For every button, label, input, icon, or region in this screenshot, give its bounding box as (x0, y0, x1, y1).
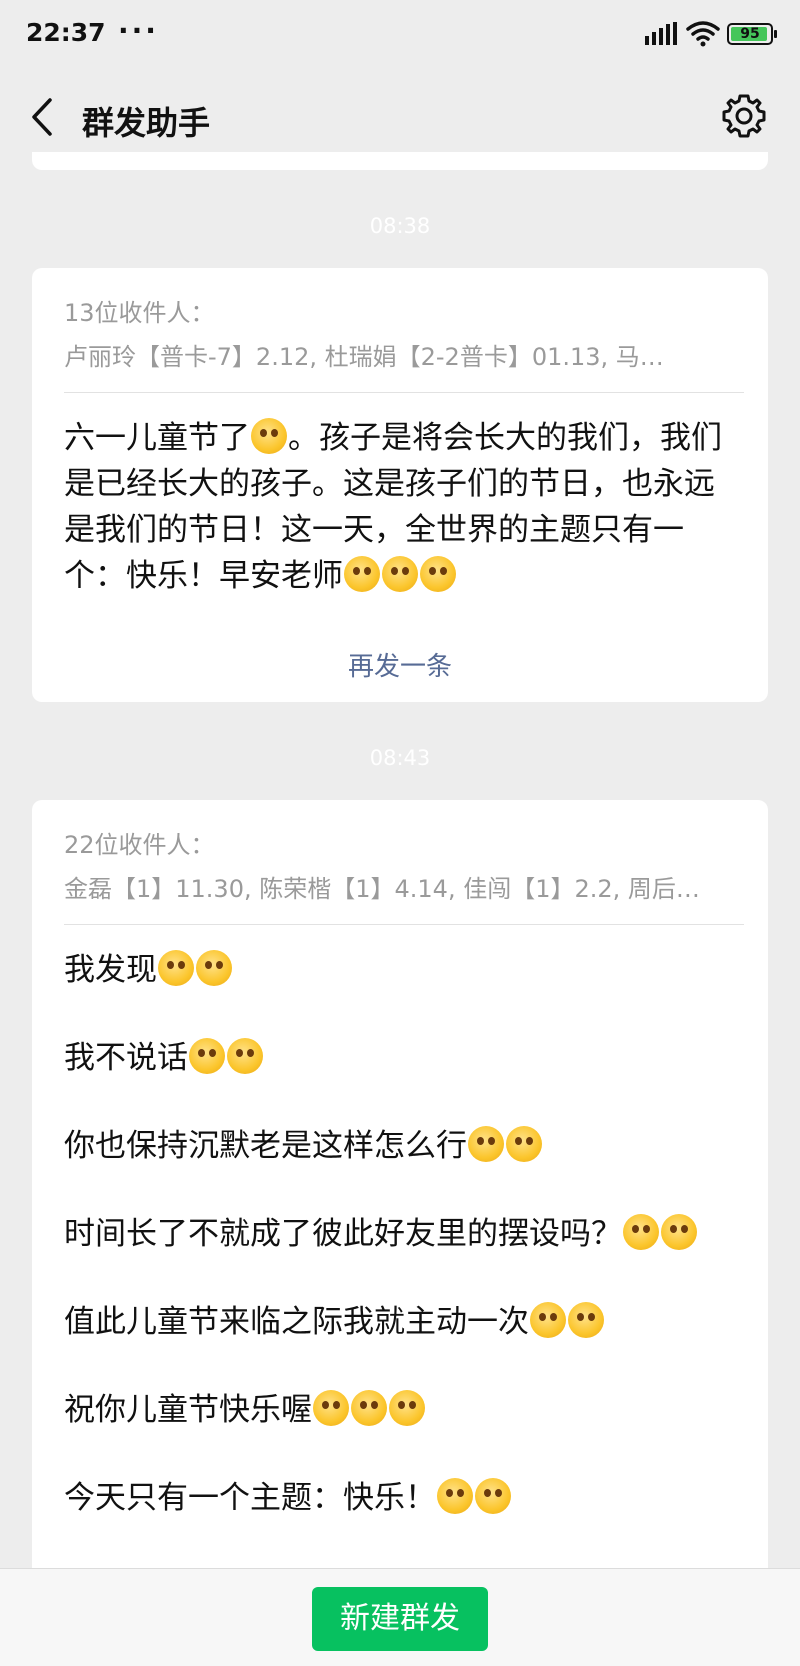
emoji-icon (351, 1390, 387, 1426)
battery-level: 95 (740, 26, 760, 42)
gear-icon[interactable] (720, 92, 768, 140)
emoji-icon (623, 1214, 659, 1250)
back-chevron-icon[interactable] (22, 92, 66, 142)
message-body: 六一儿童节了 。孩子是将会长大的我们，我们是已经长大的孩子。这是孩子们的节日，也永… (32, 393, 768, 599)
message-timestamp: 08:43 (369, 746, 431, 770)
previous-message-card (32, 152, 768, 170)
status-bar: 22:37 ··· 95 (0, 0, 800, 70)
message-paragraph: 我不说话 (64, 1035, 738, 1081)
status-more-dots: ··· (118, 14, 159, 47)
emoji-icon (468, 1126, 504, 1162)
broadcast-message-card: 13位收件人： 卢丽玲【普卡-7】2.12, 杜瑞娟【2-2普卡】01.13, … (32, 268, 768, 702)
message-paragraph: 值此儿童节来临之际我就主动一次 (64, 1299, 738, 1345)
emoji-icon (158, 950, 194, 986)
emoji-icon (389, 1390, 425, 1426)
emoji-icon (475, 1478, 511, 1514)
message-paragraph: 今天只有一个主题：快乐！ (64, 1475, 738, 1521)
recipients-header[interactable]: 13位收件人： 卢丽玲【普卡-7】2.12, 杜瑞娟【2-2普卡】01.13, … (32, 268, 768, 374)
message-text: 时间长了不就成了彼此好友里的摆设吗？ (64, 1216, 622, 1252)
emoji-icon (530, 1302, 566, 1338)
emoji-icon (506, 1126, 542, 1162)
nav-bar: 群发助手 (0, 70, 800, 162)
message-text: 我不说话 (64, 1040, 188, 1076)
emoji-icon (313, 1390, 349, 1426)
emoji-icon (437, 1478, 473, 1514)
emoji-icon (568, 1302, 604, 1338)
message-paragraph: 时间长了不就成了彼此好友里的摆设吗？ (64, 1211, 738, 1257)
emoji-icon (661, 1214, 697, 1250)
emoji-icon (189, 1038, 225, 1074)
broadcast-message-card: 22位收件人： 金磊【1】11.30, 陈荣楷【1】4.14, 佳闯【1】2.2… (32, 800, 768, 1590)
message-text: 你也保持沉默老是这样怎么行 (64, 1128, 467, 1164)
message-text: 我发现 (64, 952, 157, 988)
recipient-list: 卢丽玲【普卡-7】2.12, 杜瑞娟【2-2普卡】01.13, 马… (64, 343, 664, 371)
message-text: 值此儿童节来临之际我就主动一次 (64, 1304, 529, 1340)
wifi-icon (686, 21, 720, 47)
message-timestamp: 08:38 (369, 214, 431, 238)
message-text: 今天只有一个主题：快乐！ (64, 1480, 436, 1516)
emoji-icon (382, 556, 418, 592)
emoji-icon (196, 950, 232, 986)
emoji-icon (227, 1038, 263, 1074)
recipient-count: 13位收件人： (64, 299, 215, 327)
bottom-bar: 新建群发 (0, 1568, 800, 1666)
message-text: 六一儿童节了 (64, 420, 250, 456)
recipients-header[interactable]: 22位收件人： 金磊【1】11.30, 陈荣楷【1】4.14, 佳闯【1】2.2… (32, 800, 768, 906)
recipient-count: 22位收件人： (64, 831, 215, 859)
message-body: 我发现 我不说话 你也保持沉默老是这样怎么行 时间长了不就成了彼此好友里的摆设吗… (32, 925, 768, 1521)
new-broadcast-button[interactable]: 新建群发 (312, 1587, 488, 1651)
resend-button[interactable]: 再发一条 (32, 646, 768, 683)
signal-icon (645, 22, 677, 45)
message-paragraph: 你也保持沉默老是这样怎么行 (64, 1123, 738, 1169)
status-time: 22:37 (26, 18, 106, 47)
message-text: 祝你儿童节快乐喔 (64, 1392, 312, 1428)
emoji-icon (251, 418, 287, 454)
message-paragraph: 我发现 (64, 947, 738, 993)
emoji-icon (420, 556, 456, 592)
message-paragraph: 祝你儿童节快乐喔 (64, 1387, 738, 1433)
emoji-icon (344, 556, 380, 592)
page-title: 群发助手 (82, 104, 211, 142)
recipient-list: 金磊【1】11.30, 陈荣楷【1】4.14, 佳闯【1】2.2, 周后… (64, 875, 700, 903)
battery-icon: 95 (727, 23, 777, 45)
